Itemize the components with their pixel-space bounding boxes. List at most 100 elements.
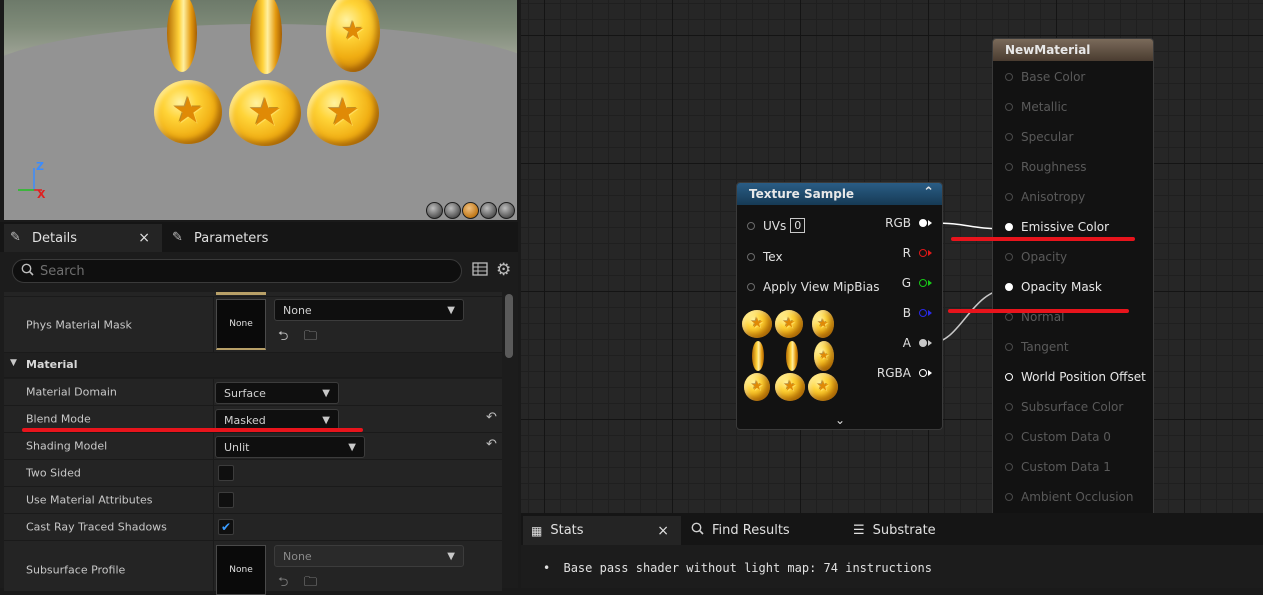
sphere-preview-icon[interactable] [426,202,443,219]
material-input-pin-row[interactable]: Base Color [1005,70,1085,84]
cast-ray-traced-shadows-checkbox[interactable]: ✔ [218,519,234,535]
reset-to-default-icon[interactable]: ↶ [486,437,497,452]
sphere-preview-icon[interactable] [444,202,461,219]
close-icon[interactable]: × [657,523,669,539]
input-pin[interactable] [1005,283,1013,291]
use-material-attributes-checkbox[interactable] [218,492,234,508]
tab-stats[interactable]: ▦ Stats × [523,516,681,545]
input-pin[interactable] [747,253,755,261]
texture-sample-header[interactable]: Texture Sample ⌃ [737,183,942,205]
pin-b-output[interactable]: B [903,306,932,320]
search-placeholder: Search [40,263,85,279]
material-result-header[interactable]: NewMaterial [993,39,1153,61]
pin-rgb-output[interactable]: RGB [885,216,932,230]
material-section-header[interactable]: ▼ Material [4,353,502,378]
texture-sample-node[interactable]: Texture Sample ⌃ UVs 0 Tex Apply View Mi… [736,182,943,430]
expand-chevron-icon[interactable]: ⌄ [835,413,845,427]
use-selected-asset-icon[interactable]: ⮌ [278,327,288,349]
input-pin[interactable] [1005,403,1013,411]
pin-uvs[interactable]: UVs 0 [747,218,806,233]
sphere-preview-icon[interactable] [480,202,497,219]
two-sided-checkbox[interactable] [218,465,234,481]
output-pin[interactable] [919,219,927,227]
material-input-label: Ambient Occlusion [1021,490,1134,504]
output-pin[interactable] [919,339,927,347]
material-domain-dropdown[interactable]: Surface ▼ [215,382,339,404]
details-scrollbar[interactable] [505,294,513,358]
pin-g-output[interactable]: G [902,276,932,290]
asset-thumbnail[interactable]: None [216,299,266,350]
input-pin[interactable] [1005,463,1013,471]
input-pin[interactable] [1005,493,1013,501]
input-pin[interactable] [1005,373,1013,381]
material-input-pin-row[interactable]: Tangent [1005,340,1069,354]
gear-icon[interactable]: ⚙ [496,260,511,280]
property-row-cast-ray-traced-shadows: Cast Ray Traced Shadows ✔ [4,514,502,541]
input-pin[interactable] [1005,73,1013,81]
gizmo-x-label: X [37,188,46,201]
material-preview-viewport[interactable]: ★ ★ ★ ★ Z X [4,0,517,220]
output-pin[interactable] [919,279,927,287]
pin-apply-view-mipbias[interactable]: Apply View MipBias [747,280,879,294]
chevron-down-icon: ▼ [322,414,330,426]
pin-tex[interactable]: Tex [747,250,783,264]
tab-substrate[interactable]: ☰ Substrate [849,516,1005,545]
tab-find-results[interactable]: Find Results [687,516,843,545]
input-pin[interactable] [1005,433,1013,441]
search-input[interactable]: Search [12,259,462,283]
annotation-underline [951,237,1135,241]
material-input-pin-row[interactable]: Opacity [1005,250,1067,264]
use-selected-asset-icon[interactable]: ⮌ [278,573,288,595]
property-row-phys-material-mask: Phys Material Mask None None ▼ ⮌ 🗀 [4,297,502,353]
output-pin[interactable] [919,309,927,317]
input-pin[interactable] [1005,223,1013,231]
output-pin[interactable] [919,249,927,257]
property-row-use-material-attributes: Use Material Attributes [4,487,502,514]
input-pin[interactable] [1005,253,1013,261]
material-input-pin-row[interactable]: Custom Data 1 [1005,460,1111,474]
pencil-icon: ✎ [172,230,183,245]
input-pin[interactable] [1005,193,1013,201]
material-input-pin-row[interactable]: Ambient Occlusion [1005,490,1133,504]
teapot-preview-icon[interactable] [462,202,479,219]
input-pin[interactable] [1005,133,1013,141]
uvs-index-field[interactable]: 0 [790,218,806,233]
material-input-pin-row[interactable]: Custom Data 0 [1005,430,1111,444]
realtime-toggle-icon[interactable] [498,202,515,219]
material-input-pin-row[interactable]: Specular [1005,130,1073,144]
material-input-pin-row[interactable]: Emissive Color [1005,220,1109,234]
property-row-shading-model: Shading Model Unlit ▼ ↶ [4,433,502,460]
material-input-pin-row[interactable]: World Position Offset [1005,370,1146,384]
material-input-pin-row[interactable]: Metallic [1005,100,1067,114]
close-icon[interactable]: × [138,230,150,246]
input-pin[interactable] [1005,163,1013,171]
material-graph-canvas[interactable]: Texture Sample ⌃ UVs 0 Tex Apply View Mi… [521,0,1263,513]
stats-icon: ▦ [531,523,543,538]
browse-asset-icon[interactable]: 🗀 [304,327,317,349]
shading-model-dropdown[interactable]: Unlit ▼ [215,436,365,458]
material-input-pin-row[interactable]: Subsurface Color [1005,400,1123,414]
input-pin[interactable] [1005,313,1013,321]
input-pin[interactable] [1005,103,1013,111]
asset-picker-dropdown[interactable]: None ▼ [274,299,464,321]
two-sided-label: Two Sided [26,466,81,480]
table-view-icon[interactable] [472,261,488,281]
tab-parameters[interactable]: ✎ Parameters [168,224,328,252]
input-pin[interactable] [747,283,755,291]
collapse-chevron-icon[interactable]: ⌃ [923,185,934,200]
pin-r-output[interactable]: R [903,246,932,260]
material-input-pin-row[interactable]: Opacity Mask [1005,280,1102,294]
tab-details[interactable]: ✎ Details × [4,224,162,252]
asset-thumbnail-text: None [229,565,253,575]
subsurface-profile-dropdown[interactable]: None ▼ [274,545,464,567]
reset-to-default-icon[interactable]: ↶ [486,410,497,425]
stats-line-text: Base pass shader without light map: 74 i… [563,561,932,575]
pin-rgba-output[interactable]: RGBA [877,366,932,380]
browse-asset-icon[interactable]: 🗀 [304,573,317,595]
material-input-pin-row[interactable]: Anisotropy [1005,190,1085,204]
input-pin[interactable] [1005,343,1013,351]
pin-a-output[interactable]: A [903,336,932,350]
output-pin[interactable] [919,369,927,377]
material-input-pin-row[interactable]: Roughness [1005,160,1086,174]
input-pin[interactable] [747,221,755,230]
